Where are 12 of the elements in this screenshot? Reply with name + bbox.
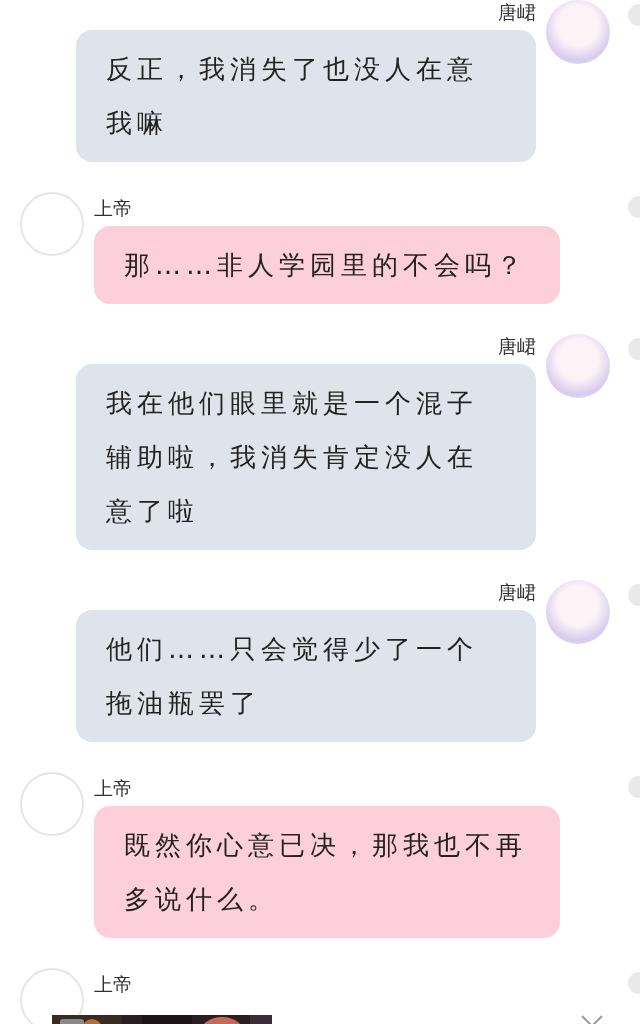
- message-bubble: 那……非人学园里的不会吗？: [94, 226, 560, 304]
- message-bubble: 我在他们眼里就是一个混子辅助啦，我消失肯定没人在意了啦: [76, 364, 536, 550]
- message-bubble: 他们……只会觉得少了一个拖油瓶罢了: [76, 610, 536, 742]
- sender-name: 上帝: [94, 776, 133, 800]
- message-bubble: 既然你心意已决，那我也不再多说什么。: [94, 806, 560, 938]
- sender-name: 上帝: [94, 972, 132, 996]
- message-bubble: 反正，我消失了也没人在意我嘛: [76, 30, 536, 162]
- avatar[interactable]: [20, 968, 84, 1024]
- sender-name: 唐峮: [498, 580, 536, 604]
- sender-name: 唐峮: [498, 0, 536, 24]
- sender-name: 上帝: [94, 196, 133, 220]
- sender-name: 唐峮: [498, 334, 536, 358]
